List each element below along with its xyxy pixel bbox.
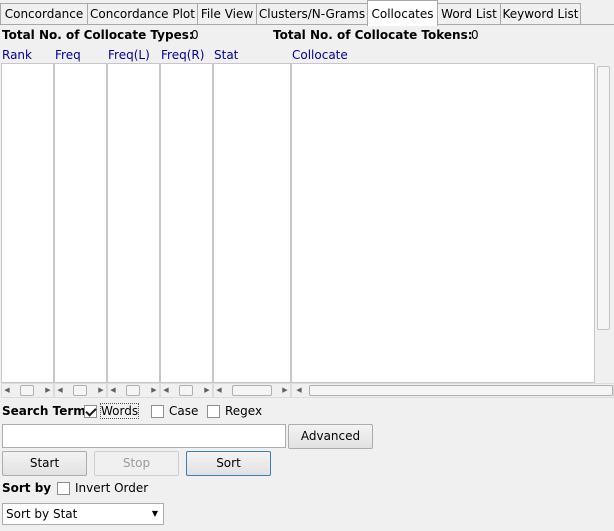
scroll-thumb[interactable] [232,385,272,396]
scroll-left-arrow-icon[interactable]: ◀ [161,384,171,397]
tab-word-list[interactable]: Word List [437,3,501,25]
stop-button[interactable]: Stop [94,451,179,476]
collocate-tokens-value: 0 [471,28,479,42]
advanced-button[interactable]: Advanced [288,424,373,449]
search-term-input[interactable] [2,424,286,448]
freq-horizontal-scrollbar[interactable]: ◀ ▶ [54,383,107,398]
collocate-types-value: 0 [191,28,199,42]
scroll-right-arrow-icon[interactable]: ▶ [96,384,106,397]
sort-by-select[interactable]: Sort by Stat ▼ [2,503,164,525]
tab-concordance-plot[interactable]: Concordance Plot [87,3,198,25]
column-header-collocate[interactable]: Collocate [292,48,348,62]
regex-checkbox-label[interactable]: Regex [225,404,262,418]
collocate-tokens-label: Total No. of Collocate Tokens: [273,28,473,42]
start-button[interactable]: Start [2,451,87,476]
vertical-scroll-thumb[interactable] [597,66,610,330]
collocate-types-label: Total No. of Collocate Types: [2,28,194,42]
scroll-right-arrow-icon[interactable]: ▶ [202,384,212,397]
freq-r-horizontal-scrollbar[interactable]: ◀ ▶ [160,383,213,398]
scroll-left-arrow-icon[interactable]: ◀ [294,384,304,397]
scroll-thumb[interactable] [309,385,613,396]
column-header-stat[interactable]: Stat [214,48,238,62]
freq-list-pane[interactable] [54,63,107,383]
tab-bar: Concordance Concordance Plot File View C… [0,0,614,26]
search-term-label: Search Term [2,404,86,418]
rank-list-pane[interactable] [1,63,54,383]
collocate-vertical-scrollbar[interactable] [595,63,612,383]
words-checkbox[interactable] [84,405,97,418]
scroll-thumb[interactable] [73,385,87,396]
scroll-right-arrow-icon[interactable]: ▶ [43,384,53,397]
scroll-right-arrow-icon[interactable]: ▶ [280,384,290,397]
stat-horizontal-scrollbar[interactable]: ◀ ▶ [213,383,291,398]
tab-collocates[interactable]: Collocates [367,0,438,26]
collocate-horizontal-scrollbar[interactable]: ◀ [291,383,614,398]
column-header-freq[interactable]: Freq [55,48,81,62]
scroll-left-arrow-icon[interactable]: ◀ [55,384,65,397]
column-header-rank[interactable]: Rank [2,48,32,62]
sort-by-label: Sort by [2,481,52,495]
scroll-left-arrow-icon[interactable]: ◀ [2,384,12,397]
rank-horizontal-scrollbar[interactable]: ◀ ▶ [1,383,54,398]
freq-l-horizontal-scrollbar[interactable]: ◀ ▶ [107,383,160,398]
freq-l-list-pane[interactable] [107,63,160,383]
scroll-thumb[interactable] [126,385,140,396]
case-checkbox[interactable] [151,405,164,418]
freq-r-list-pane[interactable] [160,63,213,383]
chevron-down-icon[interactable]: ▼ [152,504,158,524]
column-header-freq-l[interactable]: Freq(L) [108,48,150,62]
scroll-thumb[interactable] [179,385,193,396]
tab-keyword-list[interactable]: Keyword List [500,3,581,25]
scroll-left-arrow-icon[interactable]: ◀ [108,384,118,397]
tab-file-view[interactable]: File View [197,3,257,25]
invert-order-label[interactable]: Invert Order [75,481,148,495]
words-checkbox-label[interactable]: Words [99,403,140,419]
stat-list-pane[interactable] [213,63,291,383]
case-checkbox-label[interactable]: Case [169,404,198,418]
tab-clusters-ngrams[interactable]: Clusters/N-Grams [256,3,368,25]
collocate-list-pane[interactable] [291,63,595,383]
sort-by-selected-value: Sort by Stat [6,507,78,521]
invert-order-checkbox[interactable] [57,482,70,495]
tab-concordance[interactable]: Concordance [0,3,88,25]
column-header-freq-r[interactable]: Freq(R) [161,48,204,62]
scroll-left-arrow-icon[interactable]: ◀ [214,384,224,397]
regex-checkbox[interactable] [207,405,220,418]
scroll-thumb[interactable] [20,385,34,396]
sort-button[interactable]: Sort [186,451,271,476]
scroll-right-arrow-icon[interactable]: ▶ [149,384,159,397]
